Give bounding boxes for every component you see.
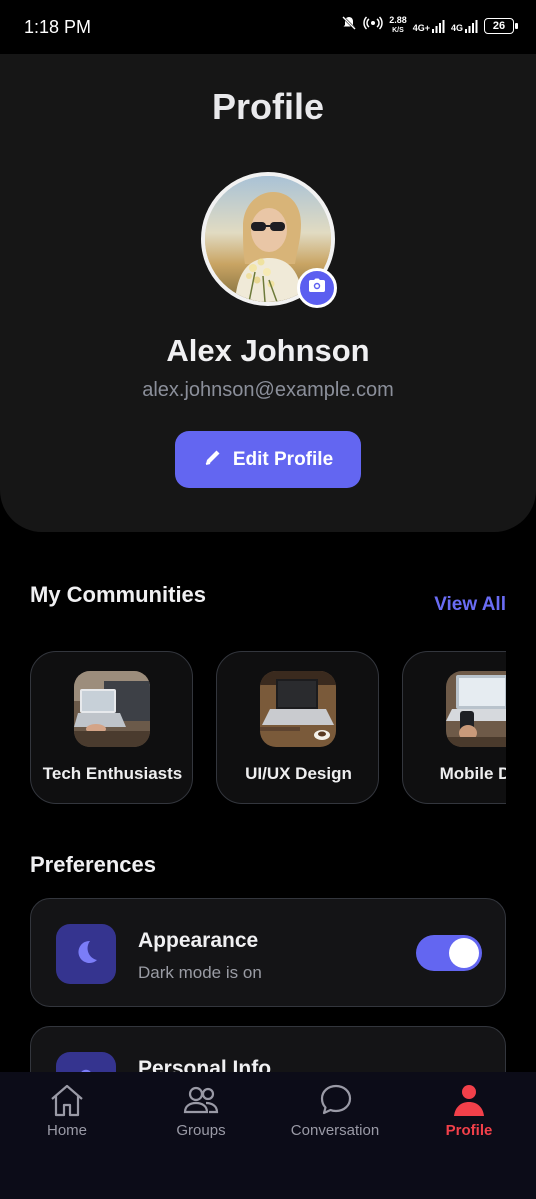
- net-speed-value: 2.88: [389, 15, 407, 25]
- dark-mode-toggle[interactable]: [416, 935, 482, 971]
- community-thumbnail: [74, 671, 150, 747]
- community-label: Tech Enthusiasts: [42, 764, 183, 783]
- chat-icon: [275, 1082, 395, 1118]
- signal-icon-1: 4G+: [413, 19, 445, 33]
- camera-icon: [308, 278, 326, 299]
- community-thumbnail: [260, 671, 336, 747]
- signal-icon-2: 4G: [451, 19, 478, 33]
- pencil-icon: [203, 447, 223, 473]
- avatar-container[interactable]: [201, 172, 337, 308]
- nav-profile-label: Profile: [445, 1122, 493, 1139]
- profile-icon: [409, 1082, 529, 1118]
- user-email: alex.johnson@example.com: [142, 379, 394, 401]
- appearance-icon-box: [56, 924, 116, 984]
- home-icon: [7, 1082, 127, 1118]
- community-card-uiux[interactable]: UI/UX Design: [216, 651, 379, 804]
- nav-home-label: Home: [46, 1122, 87, 1139]
- change-photo-button[interactable]: [297, 268, 337, 308]
- net-speed: 2.88 K/S: [389, 16, 407, 35]
- page-title: Profile: [211, 86, 325, 127]
- communities-carousel[interactable]: Tech Enthusiasts UI/UX Design Mobile: [30, 651, 506, 804]
- bottom-navigation: Home Groups Conversation Profile: [0, 1072, 536, 1199]
- status-bar: 1:18 PM 2.88 K/S 4G+ 4G 26: [0, 0, 536, 54]
- toggle-knob: [449, 938, 479, 968]
- nav-conversation-label: Conversation: [290, 1122, 380, 1139]
- status-time: 1:18 PM: [24, 17, 92, 37]
- groups-icon: [141, 1082, 261, 1118]
- edit-profile-button[interactable]: Edit Profile: [175, 431, 361, 488]
- nav-conversation[interactable]: Conversation: [275, 1082, 395, 1139]
- battery-icon: 26: [484, 17, 518, 34]
- community-card-tech[interactable]: Tech Enthusiasts: [30, 651, 193, 804]
- moon-icon: [71, 937, 101, 972]
- profile-header-card: Profile Alex Johnson alex.johnson@exampl…: [0, 54, 536, 532]
- nav-groups[interactable]: Groups: [141, 1082, 261, 1139]
- edit-profile-label: Edit Profile: [232, 448, 334, 470]
- mute-icon: [341, 15, 357, 36]
- view-all-link[interactable]: View All: [434, 594, 506, 616]
- communities-title: My Communities: [30, 582, 207, 607]
- nav-home[interactable]: Home: [7, 1082, 127, 1139]
- user-name: Alex Johnson: [166, 333, 370, 368]
- appearance-title: Appearance: [138, 929, 259, 952]
- nav-groups-label: Groups: [176, 1122, 226, 1139]
- network-label-1: 4G+: [412, 22, 430, 33]
- community-label: Mobile Dev: [439, 764, 506, 783]
- community-card-mobile[interactable]: Mobile Dev: [402, 651, 506, 804]
- status-icons: 2.88 K/S 4G+ 4G 26: [341, 15, 518, 36]
- appearance-subtitle: Dark mode is on: [138, 963, 262, 982]
- net-speed-unit: K/S: [392, 27, 404, 34]
- profile-screen: 1:18 PM 2.88 K/S 4G+ 4G 26 Profile Alex …: [0, 0, 536, 1199]
- hotspot-icon: [363, 15, 383, 36]
- preferences-title: Preferences: [30, 852, 156, 877]
- nav-profile[interactable]: Profile: [409, 1082, 529, 1139]
- community-thumbnail: [446, 671, 506, 747]
- network-label-2: 4G: [450, 22, 463, 33]
- appearance-setting[interactable]: Appearance Dark mode is on: [30, 898, 506, 1007]
- community-label: UI/UX Design: [245, 764, 352, 783]
